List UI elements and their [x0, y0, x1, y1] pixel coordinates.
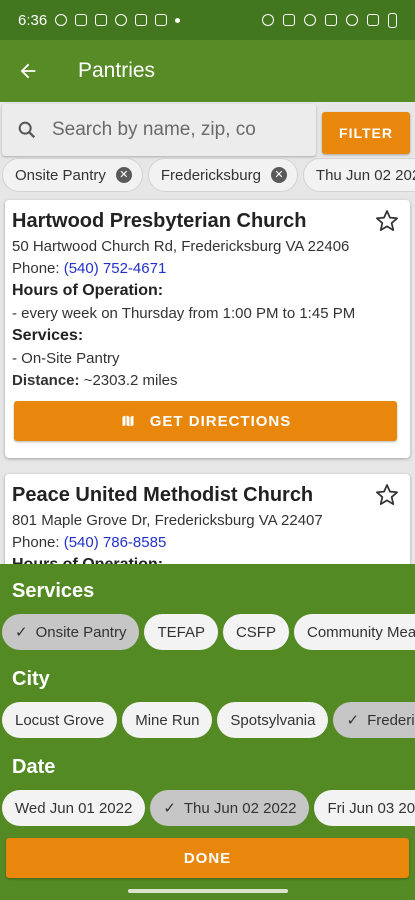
service-chip-tefap[interactable]: TEFAP [144, 614, 218, 650]
chip-label: Community Meal [306, 623, 415, 641]
wifi-icon [346, 14, 358, 26]
services-heading: Services: [12, 327, 84, 344]
get-directions-button[interactable]: GET DIRECTIONS [14, 401, 397, 441]
status-bar: 6:36 [0, 0, 415, 40]
dnd-icon [304, 14, 316, 26]
favorite-star-icon[interactable] [374, 208, 400, 239]
instagram-icon [75, 14, 88, 26]
arrow-back-icon [20, 63, 36, 79]
filter-chip-fredericksburg[interactable]: Fredericksburg ✕ [147, 158, 298, 192]
pantry-card[interactable]: Hartwood Presbyterian Church 50 Hartwood… [5, 200, 410, 458]
battery-icon [388, 12, 397, 28]
phone-label: Phone: [12, 534, 60, 551]
service-chip-community-meal[interactable]: Community Meal [293, 614, 415, 650]
date-chip-fri-jun-03[interactable]: Fri Jun 03 2022 [314, 790, 415, 826]
signal-icon [367, 14, 379, 26]
app-bar: Pantries [0, 40, 415, 102]
filter-button[interactable]: FILTER [322, 112, 410, 154]
check-icon: ✓ [163, 800, 176, 817]
services-text: - On-Site Pantry [12, 350, 120, 367]
search-row: FILTER [0, 102, 415, 158]
city-chip-spotsylvania[interactable]: Spotsylvania [217, 702, 329, 738]
chip-label: Mine Run [135, 711, 200, 729]
pantry-address: 801 Maple Grove Dr, Fredericksburg VA 22… [12, 512, 323, 529]
filter-chip-label: Fredericksburg [160, 166, 261, 184]
phone-label: Phone: [12, 260, 60, 277]
chip-label: CSFP [235, 623, 276, 641]
chip-label: TEFAP [157, 623, 205, 641]
phone-link[interactable]: (540) 752-4671 [64, 260, 167, 277]
date-chip-thu-jun-02[interactable]: ✓ Thu Jun 02 2022 [150, 790, 310, 826]
distance-label: Distance: [12, 372, 80, 389]
chip-label: Locust Grove [15, 711, 105, 729]
vibrate-icon [325, 14, 337, 26]
date-chip-row: Wed Jun 01 2022 ✓ Thu Jun 02 2022 Fri Ju… [0, 790, 415, 830]
pantry-name: Peace United Methodist Church [12, 484, 314, 506]
date-chip-wed-jun-01[interactable]: Wed Jun 01 2022 [2, 790, 146, 826]
date-section-title: Date [12, 756, 56, 778]
filter-chip-label: Onsite Pantry [15, 166, 106, 184]
photos-icon [155, 14, 168, 26]
remove-chip-icon[interactable]: ✕ [115, 167, 132, 183]
navigation-bar [0, 882, 415, 900]
check-icon: ✓ [15, 624, 28, 641]
bluetooth-icon [283, 14, 295, 26]
pantry-address: 50 Hartwood Church Rd, Fredericksburg VA… [12, 238, 350, 255]
chip-label: Fredericksburg [367, 711, 415, 729]
favorite-star-icon[interactable] [374, 482, 400, 513]
phone-link[interactable]: (540) 786-8585 [64, 534, 167, 551]
filter-chip-onsite-pantry[interactable]: Onsite Pantry ✕ [2, 158, 143, 192]
check-icon: ✓ [346, 712, 360, 729]
city-chip-fredericksburg[interactable]: ✓ Fredericksburg [333, 702, 415, 738]
home-gesture-handle[interactable] [128, 889, 288, 893]
service-chip-csfp[interactable]: CSFP [222, 614, 289, 650]
more-notifications-dot [175, 17, 181, 23]
remove-chip-icon[interactable]: ✕ [270, 167, 287, 183]
services-section-title: Services [12, 580, 95, 602]
map-icon [121, 414, 135, 428]
hours-heading: Hours of Operation: [12, 282, 164, 299]
chip-label: Wed Jun 01 2022 [15, 799, 133, 817]
pantry-name: Hartwood Presbyterian Church [12, 210, 307, 232]
active-filter-chips: Onsite Pantry ✕ Fredericksburg ✕ Thu Jun… [0, 158, 415, 194]
service-chip-onsite-pantry[interactable]: ✓ Onsite Pantry [2, 614, 140, 650]
city-chip-locust-grove[interactable]: Locust Grove [2, 702, 118, 738]
back-button[interactable] [0, 40, 56, 102]
services-chip-row: ✓ Onsite Pantry TEFAP CSFP Community Mea… [0, 614, 415, 654]
filter-chip-label: Thu Jun 02 2022 [315, 166, 415, 184]
alarm-icon [262, 14, 274, 26]
search-box [2, 104, 316, 156]
notification-icon [95, 14, 108, 26]
search-input[interactable] [52, 119, 302, 141]
page-title: Pantries [78, 59, 156, 82]
city-chip-row: Locust Grove Mine Run Spotsylvania ✓ Fre… [0, 702, 415, 742]
chip-label: Spotsylvania [230, 711, 316, 729]
done-button[interactable]: DONE [6, 838, 409, 878]
filter-sheet: Services ✓ Onsite Pantry TEFAP CSFP Comm… [0, 564, 415, 900]
hours-text: - every week on Thursday from 1:00 PM to… [12, 305, 356, 322]
gmail-icon [135, 14, 148, 26]
whatsapp-icon [55, 14, 68, 26]
fan-icon [115, 14, 128, 26]
chip-label: Onsite Pantry [35, 623, 127, 641]
chip-label: Fri Jun 03 2022 [327, 799, 415, 817]
chip-label: Thu Jun 02 2022 [183, 799, 297, 817]
city-chip-mine-run[interactable]: Mine Run [122, 702, 213, 738]
search-icon [2, 119, 52, 141]
status-time: 6:36 [18, 11, 48, 29]
get-directions-label: GET DIRECTIONS [149, 412, 292, 430]
distance-value: ~2303.2 miles [83, 372, 178, 389]
filter-chip-date[interactable]: Thu Jun 02 2022 [302, 158, 415, 192]
city-section-title: City [12, 668, 50, 690]
